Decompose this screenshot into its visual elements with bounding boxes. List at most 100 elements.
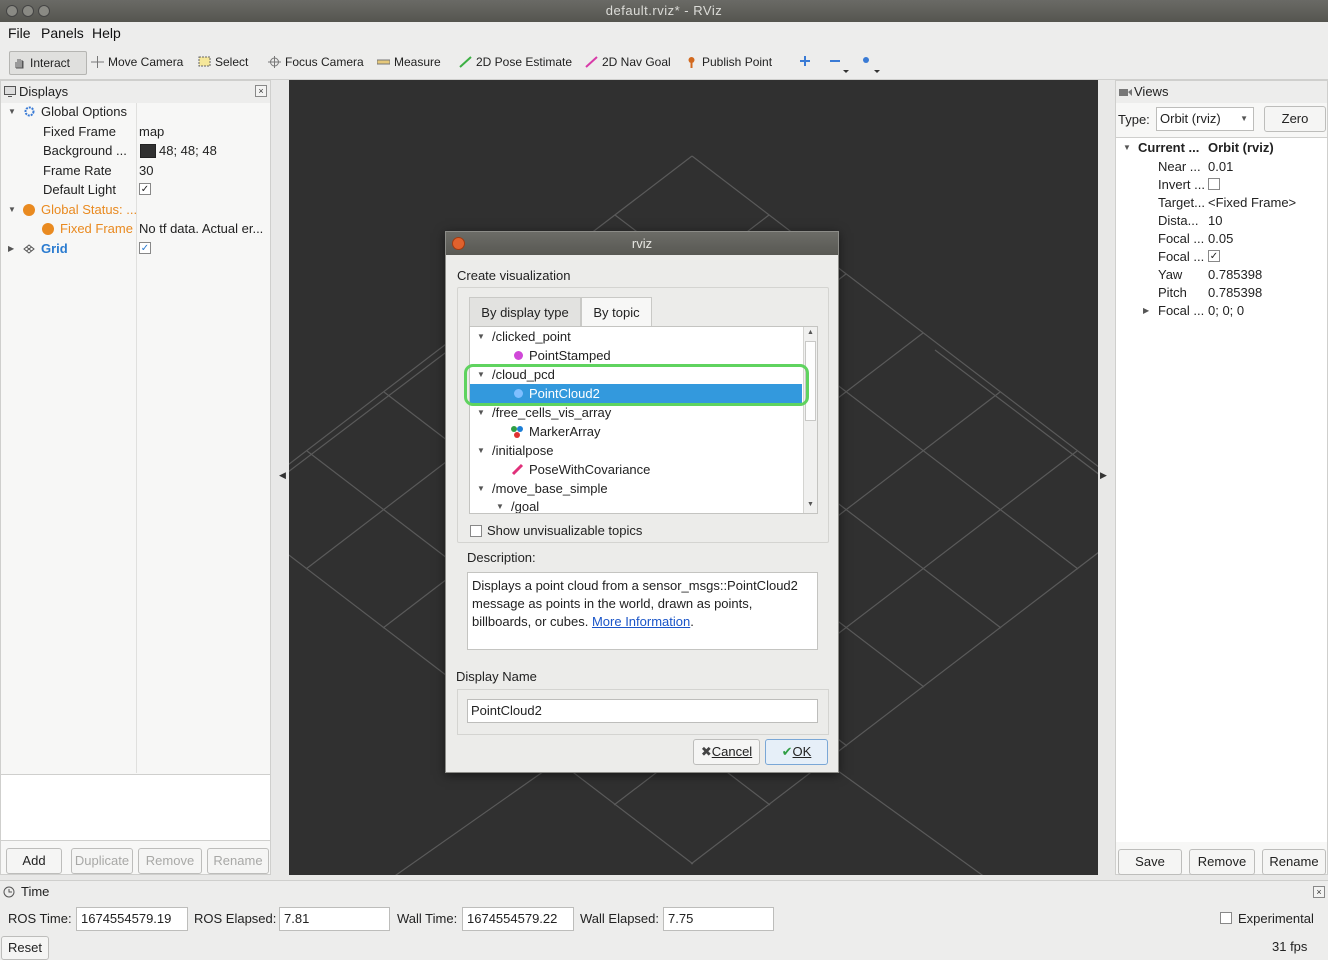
invert-checkbox[interactable] [1208,178,1220,190]
pitch-value[interactable]: 0.785398 [1208,283,1262,302]
select-tool-button[interactable]: Select [195,51,252,75]
target-frame-value[interactable]: <Fixed Frame> [1208,193,1296,212]
current-view-row[interactable]: ▼ Current ... Orbit (rviz) [1116,138,1326,157]
display-type-row[interactable]: MarkerArray [470,422,802,441]
view-prop-row[interactable]: Pitch 0.785398 [1116,283,1326,302]
global-status-row[interactable]: ▼ Global Status: ... [1,200,271,219]
left-splitter-arrow-icon[interactable]: ◀ [279,470,286,481]
display-type-row[interactable]: PoseWithCovariance [470,460,802,479]
close-window-icon[interactable] [6,5,18,17]
topic-scrollbar[interactable]: ▲ ▼ [803,327,817,513]
focal-point-value[interactable]: 0; 0; 0 [1208,301,1244,320]
nav-goal-tool-button[interactable]: 2D Nav Goal [582,51,675,75]
view-prop-row[interactable]: Target... <Fixed Frame> [1116,193,1326,212]
save-view-button[interactable]: Save [1118,849,1182,875]
expand-arrow-icon[interactable]: ▼ [8,200,16,219]
measure-tool-button[interactable]: Measure [374,51,445,75]
reset-button[interactable]: Reset [1,936,49,960]
scroll-down-icon[interactable]: ▼ [807,501,814,508]
view-type-select[interactable]: Orbit (rviz) ▼ [1156,107,1254,131]
fixed-frame-status-row[interactable]: Fixed Frame No tf data. Actual er... [1,219,271,238]
rename-view-button[interactable]: Rename [1262,849,1326,875]
fixed-frame-status-value: No tf data. Actual er... [139,221,264,236]
topic-row[interactable]: ▼ /clicked_point [470,327,802,346]
minimize-window-icon[interactable] [22,5,34,17]
right-splitter-arrow-icon[interactable]: ▶ [1100,470,1107,481]
topic-row[interactable]: ▼ /move_base_simple [470,479,802,498]
more-information-link[interactable]: More Information [592,614,690,629]
pose-estimate-tool-button[interactable]: 2D Pose Estimate [456,51,576,75]
near-clip-value[interactable]: 0.01 [1208,157,1233,176]
experimental-checkbox[interactable] [1220,912,1232,924]
topic-tree[interactable]: ▼ /clicked_point PointStamped ▼ /cloud_p… [469,326,818,514]
add-tool-icon[interactable] [799,55,811,67]
tab-by-topic[interactable]: By topic [581,297,652,326]
remove-view-button[interactable]: Remove [1189,849,1255,875]
dialog-close-icon[interactable] [452,237,465,250]
view-prop-row[interactable]: Focal ... ✓ [1116,247,1326,266]
ros-time-field[interactable]: 1674554579.19 [76,907,188,931]
default-light-row[interactable]: Default Light ✓ [1,180,271,199]
distance-value[interactable]: 10 [1208,211,1222,230]
expand-arrow-icon[interactable]: ▼ [477,479,485,498]
view-prop-row[interactable]: Focal ... 0.05 [1116,229,1326,248]
view-prop-row[interactable]: ▶ Focal ... 0; 0; 0 [1116,301,1326,320]
remove-tool-icon[interactable] [829,55,851,75]
frame-rate-row[interactable]: Frame Rate 30 [1,161,271,180]
maximize-window-icon[interactable] [38,5,50,17]
tab-by-display-type[interactable]: By display type [469,297,581,326]
color-swatch[interactable] [140,144,156,158]
frame-rate-value[interactable]: 30 [139,161,153,180]
default-light-checkbox[interactable]: ✓ [139,183,151,195]
focus-camera-tool-button[interactable]: Focus Camera [265,51,368,75]
expand-arrow-icon[interactable]: ▼ [496,497,504,513]
rename-display-button[interactable]: Rename [207,848,269,874]
wall-elapsed-field[interactable]: 7.75 [663,907,774,931]
add-display-button[interactable]: Add [6,848,62,874]
displays-close-icon[interactable]: × [255,85,267,97]
expand-arrow-icon[interactable]: ▼ [8,102,16,121]
topic-row[interactable]: ▼ /goal [470,497,802,513]
view-prop-row[interactable]: Yaw 0.785398 [1116,265,1326,284]
background-value[interactable]: 48; 48; 48 [159,141,217,160]
fixed-frame-value[interactable]: map [139,122,164,141]
time-close-icon[interactable]: × [1313,886,1325,898]
remove-display-button[interactable]: Remove [138,848,202,874]
publish-point-tool-button[interactable]: Publish Point [682,51,776,75]
menu-file[interactable]: File [8,25,31,41]
view-prop-row[interactable]: Dista... 10 [1116,211,1326,230]
ok-button[interactable]: ✔OK [765,739,828,765]
expand-arrow-icon[interactable]: ▼ [1123,138,1131,157]
tool-properties-icon[interactable] [860,55,882,75]
interact-label: Interact [30,56,71,70]
display-name-input[interactable]: PointCloud2 [467,699,818,723]
menu-panels[interactable]: Panels [41,25,84,41]
show-unvisualizable-checkbox[interactable] [470,525,482,537]
move-camera-tool-button[interactable]: Move Camera [88,51,187,75]
ros-elapsed-field[interactable]: 7.81 [279,907,390,931]
display-type-row[interactable]: PointStamped [470,346,802,365]
zero-button[interactable]: Zero [1264,106,1326,132]
grid-checkbox[interactable]: ✓ [139,242,151,254]
scroll-up-icon[interactable]: ▲ [807,329,814,336]
interact-tool-button[interactable]: Interact [9,51,87,75]
duplicate-display-button[interactable]: Duplicate [71,848,133,874]
cancel-button[interactable]: ✖Cancel [693,739,760,765]
view-prop-row[interactable]: Invert ... [1116,175,1326,194]
expand-arrow-icon[interactable]: ▼ [477,327,485,346]
topic-row[interactable]: ▼ /initialpose [470,441,802,460]
collapse-arrow-icon[interactable]: ▶ [8,239,14,258]
wall-time-field[interactable]: 1674554579.22 [462,907,574,931]
fixed-frame-row[interactable]: Fixed Frame map [1,122,271,141]
yaw-value[interactable]: 0.785398 [1208,265,1262,284]
focal-shape-checkbox[interactable]: ✓ [1208,250,1220,262]
global-options-row[interactable]: ▼ Global Options [1,102,271,121]
background-row[interactable]: Background ... 48; 48; 48 [1,141,271,160]
expand-arrow-icon[interactable]: ▼ [477,441,485,460]
view-prop-row[interactable]: Near ... 0.01 [1116,157,1326,176]
time-title: Time [21,884,50,899]
collapse-arrow-icon[interactable]: ▶ [1143,301,1149,320]
menu-help[interactable]: Help [92,25,121,41]
focal-size-value[interactable]: 0.05 [1208,229,1233,248]
grid-row[interactable]: ▶ Grid ✓ [1,239,271,258]
